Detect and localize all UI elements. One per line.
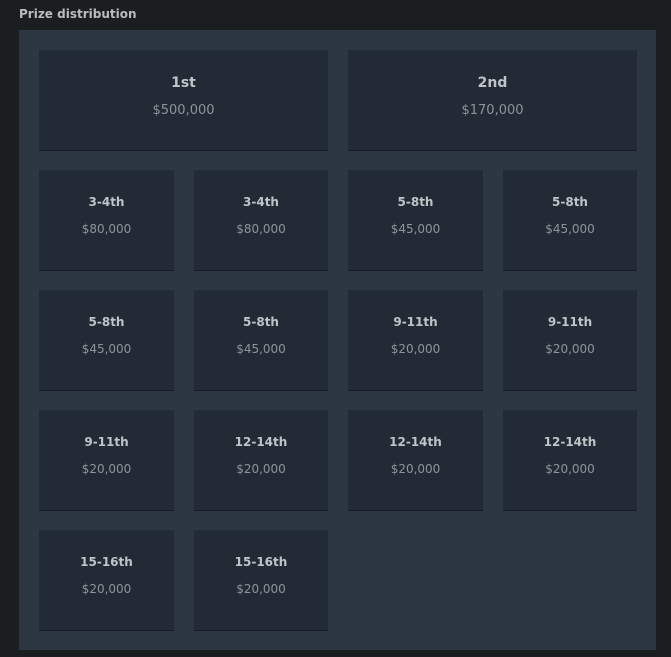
prize-card: 5-8th $45,000 [503, 170, 637, 271]
prize-amount: $20,000 [236, 582, 286, 596]
prize-amount: $20,000 [81, 582, 132, 596]
prize-place: 2nd [477, 75, 508, 91]
prize-card: 15-16th $20,000 [39, 530, 174, 631]
prize-place: 12-14th [234, 435, 288, 449]
prize-card: 12-14th $20,000 [503, 410, 637, 511]
prize-amount: $20,000 [236, 462, 286, 476]
prize-place: 5-8th [88, 315, 125, 329]
prize-amount: $80,000 [81, 222, 132, 236]
prize-place: 3-4th [243, 195, 279, 209]
prize-amount: $500,000 [152, 103, 215, 118]
prize-amount: $170,000 [461, 103, 524, 118]
prize-card: 12-14th $20,000 [194, 410, 328, 511]
prize-amount: $20,000 [81, 462, 132, 476]
prize-amount: $80,000 [236, 222, 286, 236]
prize-place: 9-11th [393, 315, 438, 329]
prize-card: 3-4th $80,000 [39, 170, 174, 271]
section-title: Prize distribution [19, 7, 137, 21]
prize-place: 1st [171, 75, 196, 91]
prize-place: 3-4th [88, 195, 125, 209]
prize-place: 5-8th [552, 195, 588, 209]
prize-place: 15-16th [80, 555, 133, 569]
prize-amount: $45,000 [545, 222, 595, 236]
prize-place: 9-11th [547, 315, 593, 329]
prize-amount: $20,000 [545, 342, 595, 356]
prize-card: 5-8th $45,000 [39, 290, 174, 391]
prize-card: 9-11th $20,000 [39, 410, 174, 511]
prize-card: 5-8th $45,000 [348, 170, 483, 271]
prize-place: 9-11th [84, 435, 129, 449]
prize-card: 5-8th $45,000 [194, 290, 328, 391]
prize-card: 15-16th $20,000 [194, 530, 328, 631]
prize-place: 15-16th [234, 555, 288, 569]
prize-distribution-panel: 1st $500,000 2nd $170,000 3-4th $80,000 … [19, 30, 656, 650]
prize-amount: $20,000 [390, 462, 441, 476]
prize-place: 12-14th [389, 435, 442, 449]
prize-card: 12-14th $20,000 [348, 410, 483, 511]
prize-place: 5-8th [243, 315, 279, 329]
prize-amount: $45,000 [236, 342, 286, 356]
prize-card: 3-4th $80,000 [194, 170, 328, 271]
prize-amount: $45,000 [390, 222, 441, 236]
prize-amount: $20,000 [545, 462, 595, 476]
prize-card-1st: 1st $500,000 [39, 50, 328, 151]
prize-amount: $45,000 [81, 342, 132, 356]
prize-amount: $20,000 [390, 342, 441, 356]
prize-place: 5-8th [397, 195, 434, 209]
prize-place: 12-14th [543, 435, 597, 449]
prize-card: 9-11th $20,000 [503, 290, 637, 391]
prize-card-2nd: 2nd $170,000 [348, 50, 637, 151]
prize-card: 9-11th $20,000 [348, 290, 483, 391]
